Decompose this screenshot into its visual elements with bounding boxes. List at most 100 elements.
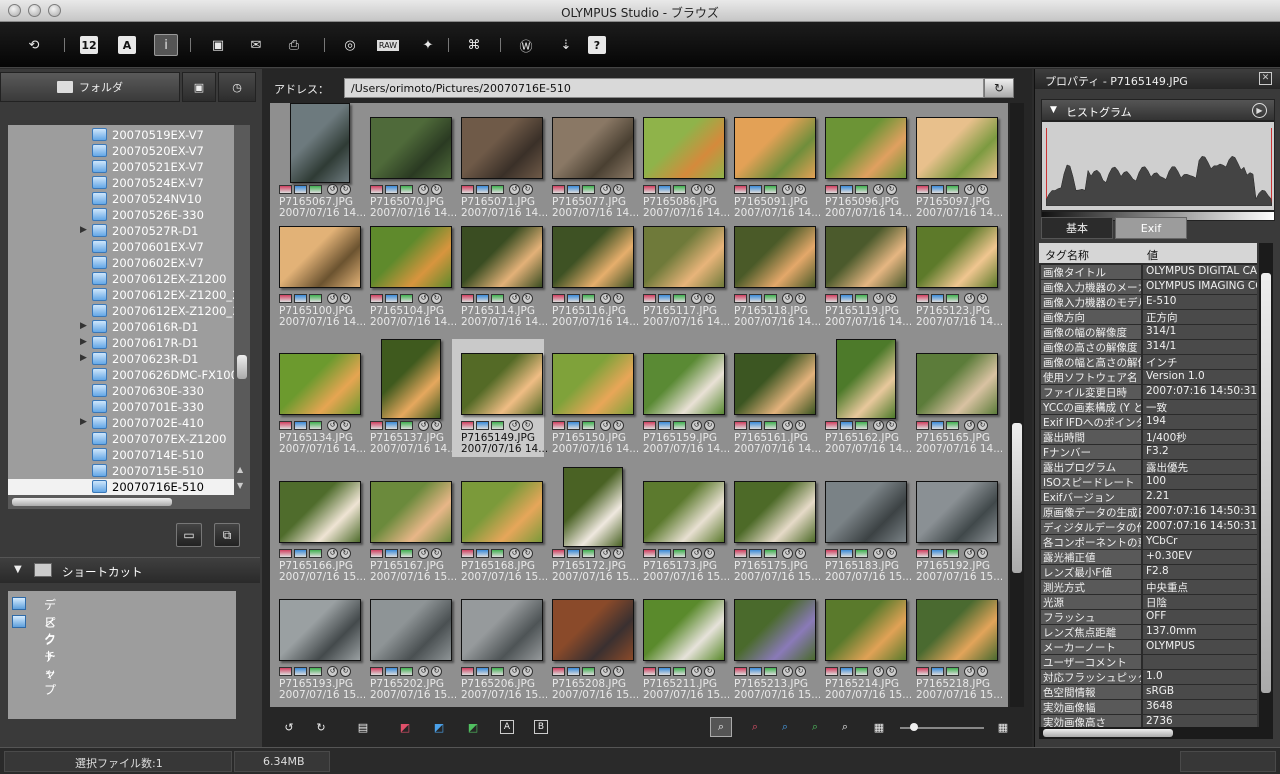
green-mark-icon[interactable] xyxy=(491,421,504,430)
rotate-right-icon[interactable]: ↻ xyxy=(340,293,351,304)
rotate-left-icon[interactable]: ↺ xyxy=(327,184,338,195)
red-mark-icon[interactable] xyxy=(279,185,292,194)
green-mark-icon[interactable] xyxy=(764,549,777,558)
rotate-left-icon[interactable]: ↺ xyxy=(782,548,793,559)
tab-exif[interactable]: Exif xyxy=(1115,217,1187,239)
property-row[interactable]: 露光補正値 +0.30EV xyxy=(1039,549,1257,564)
blue-mark-icon[interactable] xyxy=(294,667,307,676)
red-mark-icon[interactable] xyxy=(461,294,474,303)
histogram-options-icon[interactable]: ▶ xyxy=(1252,103,1267,118)
search-all-button[interactable]: ⌕ xyxy=(710,717,732,737)
green-mark-icon[interactable] xyxy=(855,667,868,676)
info-button[interactable]: i xyxy=(154,34,178,56)
thumbnail-item[interactable]: ↺ ↻ P7165114.JPG 2007/07/16 14... xyxy=(452,212,547,330)
rotate-left-icon[interactable]: ↺ xyxy=(691,420,702,431)
folder-tree-item[interactable]: 20070612EX-Z1200 xyxy=(8,271,234,287)
folder-tree-item[interactable]: 20070524NV10 xyxy=(8,191,234,207)
thumbnail-image[interactable] xyxy=(279,481,361,543)
thumbnail-image[interactable] xyxy=(461,353,543,415)
raw-button[interactable]: RAW xyxy=(376,34,400,56)
help-button[interactable]: ? xyxy=(588,36,606,54)
green-mark-icon[interactable] xyxy=(946,294,959,303)
rotate-right-icon[interactable]: ↻ xyxy=(613,548,624,559)
thumbnail-image[interactable] xyxy=(461,226,543,288)
thumbnail-item[interactable]: ↺ ↻ P7165161.JPG 2007/07/16 14... xyxy=(725,339,820,457)
rotate-right-icon[interactable]: ↻ xyxy=(431,293,442,304)
shortcut-header[interactable]: ▼ ショートカット xyxy=(0,557,260,583)
green-mark-icon[interactable] xyxy=(946,549,959,558)
thumbnail-image[interactable] xyxy=(825,599,907,661)
tab-basic[interactable]: 基本 xyxy=(1041,217,1113,239)
property-row[interactable]: 色空間情報 sRGB xyxy=(1039,684,1257,699)
thumbnail-image[interactable] xyxy=(290,103,350,183)
thumbnail-item[interactable]: ↺ ↻ P7165159.JPG 2007/07/16 14... xyxy=(634,339,729,457)
rotate-right-icon[interactable]: ↻ xyxy=(613,666,624,677)
disclosure-triangle-icon[interactable]: ▶ xyxy=(80,337,87,347)
thumbnail-item[interactable]: ↺ ↻ P7165183.JPG 2007/07/16 15... xyxy=(816,467,911,585)
folder-tree-item[interactable]: 20070524EX-V7 xyxy=(8,175,234,191)
rotate-right-icon[interactable]: ↻ xyxy=(977,548,988,559)
rotate-right-icon[interactable]: ↻ xyxy=(704,184,715,195)
rotate-right-icon[interactable]: ↻ xyxy=(977,420,988,431)
thumbnail-item[interactable]: ↺ ↻ P7165096.JPG 2007/07/16 14... xyxy=(816,103,911,221)
green-mark-icon[interactable] xyxy=(309,294,322,303)
blue-mark-icon[interactable] xyxy=(658,185,671,194)
blue-mark-icon[interactable] xyxy=(476,667,489,676)
red-mark-icon[interactable] xyxy=(370,421,383,430)
red-mark-icon[interactable] xyxy=(643,294,656,303)
thumbnail-image[interactable] xyxy=(734,226,816,288)
green-mark-icon[interactable] xyxy=(309,549,322,558)
disclosure-triangle-icon[interactable]: ▼ xyxy=(14,564,22,575)
green-mark-icon[interactable] xyxy=(946,421,959,430)
search-red-button[interactable]: ⌕ xyxy=(744,717,766,737)
rotate-left-icon[interactable]: ↺ xyxy=(964,293,975,304)
green-mark-icon[interactable] xyxy=(582,549,595,558)
property-row[interactable]: 画像方向 正方向 xyxy=(1039,309,1257,324)
green-mark-icon[interactable] xyxy=(400,294,413,303)
rotate-left-icon[interactable]: ↺ xyxy=(509,666,520,677)
property-row[interactable]: ファイル変更日時 2007:07:16 14:50:31 xyxy=(1039,384,1257,399)
folder-tree-item[interactable]: 20070630E-330 xyxy=(8,383,234,399)
mark-red-button[interactable]: ◩ xyxy=(394,717,416,737)
rotate-left-icon[interactable]: ↺ xyxy=(964,184,975,195)
rotate-left-icon[interactable]: ↺ xyxy=(327,420,338,431)
thumbnail-item[interactable]: ↺ ↻ P7165218.JPG 2007/07/16 15... xyxy=(907,585,1002,703)
property-row[interactable]: Exifバージョン 2.21 xyxy=(1039,489,1257,504)
red-mark-icon[interactable] xyxy=(370,667,383,676)
rotate-left-icon[interactable]: ↺ xyxy=(509,548,520,559)
folder-tree-item[interactable]: ▶ 20070617R-D1 xyxy=(8,335,234,351)
red-mark-icon[interactable] xyxy=(279,421,292,430)
thumbnail-item[interactable]: ↺ ↻ P7165067.JPG 2007/07/16 14... xyxy=(270,103,365,221)
folder-tree-item[interactable]: 20070519EX-V7 xyxy=(8,127,234,143)
rotate-left-icon[interactable]: ↺ xyxy=(873,548,884,559)
green-mark-icon[interactable] xyxy=(309,185,322,194)
rotate-right-icon[interactable]: ↻ xyxy=(522,184,533,195)
rotate-right-icon[interactable]: ↻ xyxy=(522,548,533,559)
red-mark-icon[interactable] xyxy=(461,549,474,558)
rotate-left-icon[interactable]: ↺ xyxy=(600,548,611,559)
property-row[interactable]: 測光方式 中央重点 xyxy=(1039,579,1257,594)
red-mark-icon[interactable] xyxy=(279,294,292,303)
red-mark-icon[interactable] xyxy=(916,185,929,194)
thumbnail-item[interactable]: ↺ ↻ P7165166.JPG 2007/07/16 15... xyxy=(270,467,365,585)
slideshow-button[interactable]: ▣ xyxy=(206,34,230,56)
blue-mark-icon[interactable] xyxy=(931,185,944,194)
rotate-right-icon[interactable]: ↻ xyxy=(704,548,715,559)
thumbnail-image[interactable] xyxy=(370,226,452,288)
rotate-right-icon[interactable]: ↻ xyxy=(613,293,624,304)
red-mark-icon[interactable] xyxy=(370,185,383,194)
thumbnail-item[interactable]: ↺ ↻ P7165214.JPG 2007/07/16 15... xyxy=(816,585,911,703)
disclosure-triangle-icon[interactable]: ▼ xyxy=(1050,105,1057,115)
green-mark-icon[interactable] xyxy=(582,185,595,194)
blue-mark-icon[interactable] xyxy=(385,294,398,303)
blue-mark-icon[interactable] xyxy=(658,294,671,303)
rotate-left-icon[interactable]: ↺ xyxy=(873,666,884,677)
thumbnail-grid-scrollbar[interactable] xyxy=(1010,103,1024,707)
red-mark-icon[interactable] xyxy=(643,421,656,430)
rotate-left-icon[interactable]: ↺ xyxy=(873,293,884,304)
column-header-value[interactable]: 値 xyxy=(1147,247,1158,263)
new-folder-button[interactable]: ▭ xyxy=(176,523,202,547)
blue-mark-icon[interactable] xyxy=(294,421,307,430)
folder-tree-item[interactable]: 20070526E-330 xyxy=(8,207,234,223)
thumbnail-image[interactable] xyxy=(461,117,543,179)
